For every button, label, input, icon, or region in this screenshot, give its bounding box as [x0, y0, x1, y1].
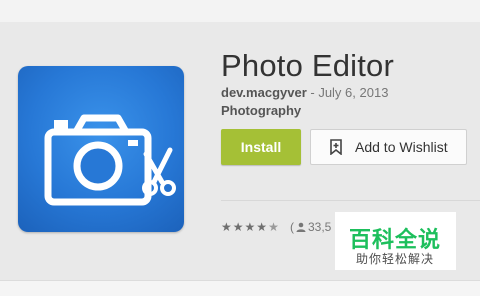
- camera-scissors-icon: [44, 114, 176, 206]
- install-button[interactable]: Install: [221, 129, 301, 165]
- rating-count: ( 33,5: [290, 220, 331, 234]
- category-link[interactable]: Photography: [221, 103, 301, 118]
- star-icon: ★: [244, 220, 256, 234]
- rating-stars: ★ ★ ★ ★ ★: [221, 221, 279, 233]
- star-icon: ★: [232, 220, 244, 234]
- developer-link[interactable]: dev.macgyver: [221, 85, 307, 100]
- watermark-subtitle: 助你轻松解决: [356, 252, 435, 266]
- star-icon: ★: [256, 220, 268, 234]
- rating-count-value: 33,5: [308, 220, 332, 234]
- half-star-icon: ★: [268, 220, 279, 234]
- rating-count-paren: (: [290, 220, 294, 234]
- publish-date: - July 6, 2013: [306, 85, 389, 100]
- star-icon: ★: [221, 220, 232, 234]
- bookmark-plus-icon: [330, 139, 342, 155]
- bottom-strip: [0, 280, 480, 296]
- top-strip: [0, 0, 480, 22]
- person-icon: [296, 222, 306, 232]
- add-to-wishlist-button[interactable]: Add to Wishlist: [310, 129, 467, 165]
- divider: [221, 200, 480, 201]
- app-title: Photo Editor: [221, 48, 395, 83]
- app-meta: dev.macgyver - July 6, 2013: [221, 85, 388, 100]
- app-icon: [18, 66, 184, 232]
- wishlist-label: Add to Wishlist: [355, 139, 448, 155]
